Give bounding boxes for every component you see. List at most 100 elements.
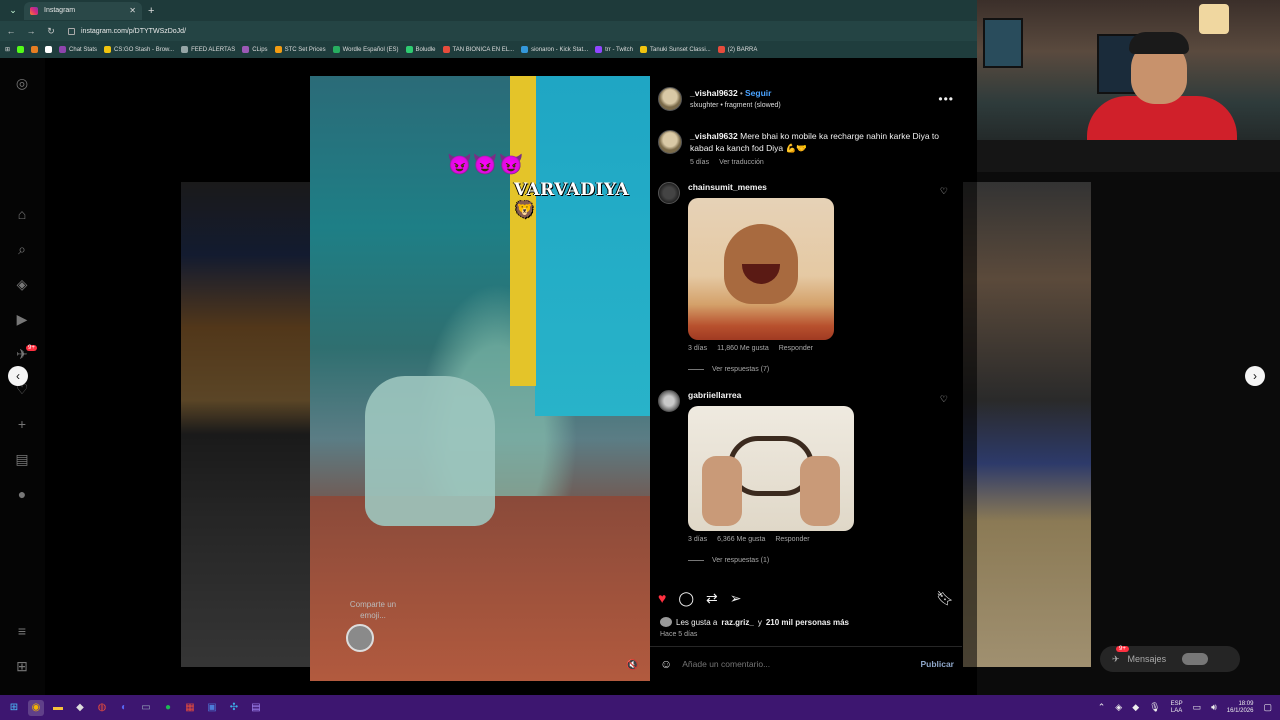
spotify-icon[interactable]: ● [160, 700, 176, 716]
share-paper-plane-icon[interactable]: ➢ [730, 590, 742, 607]
repost-icon[interactable]: ⇄ [706, 590, 718, 607]
view-replies[interactable]: Ver respuestas (1) [688, 557, 954, 564]
video-overlay-emoji: 😈😈😈 [447, 154, 525, 176]
bookmark-item[interactable]: Boludle [405, 46, 436, 53]
bookmark-item[interactable]: sionaron - Kick Stat... [521, 46, 588, 53]
start-windows-icon[interactable]: ⊞ [6, 700, 22, 716]
app-blue-icon[interactable]: ▣ [204, 700, 220, 716]
app-settings-icon[interactable]: ✣ [226, 700, 242, 716]
caption-avatar[interactable] [658, 130, 682, 154]
dashboard-icon[interactable]: ▤ [14, 451, 30, 467]
bookmark-item[interactable]: TAN BIONICA EN EL... [442, 46, 514, 53]
next-post-button[interactable]: › [1245, 366, 1265, 386]
instagram-logo-icon[interactable]: ◎ [14, 75, 30, 91]
also-from-meta-icon[interactable]: ⊞ [14, 658, 30, 674]
volume-icon[interactable]: 🔊︎ [1211, 702, 1217, 713]
author-username[interactable]: _vishal9632 [690, 88, 738, 98]
app-red-icon[interactable]: ◍ [94, 700, 110, 716]
bookmark-item[interactable]: CS:GO Stash - Brow... [104, 46, 174, 53]
comment-like-icon[interactable]: ♡ [940, 186, 948, 197]
comment-avatar[interactable] [658, 182, 680, 204]
comment-like-icon[interactable]: ♡ [940, 394, 948, 405]
like-heart-icon[interactable]: ♥ [658, 590, 666, 606]
bookmark-icon-k[interactable] [17, 46, 25, 53]
url-field[interactable]: instagram.com/p/DTYTWSzDoJd/ [68, 27, 186, 35]
language-indicator[interactable]: ESP LAA [1171, 701, 1183, 715]
forward-icon[interactable]: → [26, 26, 36, 36]
bookmark-item[interactable]: STC Set Prices [274, 46, 326, 53]
audio-label[interactable]: slxughter • fragment (slowed) [690, 100, 930, 112]
comment-likes[interactable]: 6,366 Me gusta [717, 536, 765, 543]
menu-icon[interactable]: ≡ [14, 623, 30, 639]
share-emoji-avatar[interactable] [346, 624, 374, 652]
comment-bubble-icon[interactable]: ◯ [678, 590, 694, 607]
file-explorer-icon[interactable]: ▬ [50, 700, 66, 716]
bookmark-item[interactable]: trr - Twitch [595, 46, 633, 53]
bookmark-item[interactable]: CLips [242, 46, 268, 53]
comment-avatar[interactable] [658, 390, 680, 412]
steam-icon[interactable]: ◆ [72, 700, 88, 716]
follow-button[interactable]: Seguir [745, 88, 771, 98]
bookmark-item[interactable]: Tanuki Sunset Classi... [640, 46, 711, 53]
windows-taskbar: ⊞ ◉ ▬ ◆ ◍ ◐ ▭ ● ▦ ▣ ✣ ▤ ⌃ ◈ ◆ 🎙︎ ESP LAA… [0, 695, 1280, 720]
browser-tab[interactable]: Instagram ✕ [24, 1, 142, 20]
comment-username[interactable]: gabriiellarrea [688, 390, 954, 400]
reel-video[interactable]: 😈😈😈 VARVADIYA🦁 Comparte un emoji... 🔇 [310, 76, 650, 681]
share-emoji-prompt[interactable]: Comparte un emoji... [340, 599, 406, 621]
app-monitor-icon[interactable]: ▭ [138, 700, 154, 716]
apps-icon[interactable]: ⊞ [5, 46, 10, 53]
discord-icon[interactable]: ◐ [116, 700, 132, 716]
home-icon[interactable]: ⌂ [14, 206, 30, 222]
chrome-icon[interactable]: ◉ [28, 699, 44, 716]
translate-link[interactable]: Ver traducción [719, 159, 764, 166]
tab-close-icon[interactable]: ✕ [129, 6, 136, 15]
tray-app-icon[interactable]: ◈ [1115, 702, 1122, 713]
tray-steam-icon[interactable]: ◆ [1132, 702, 1139, 713]
bookmark-icon-b[interactable] [31, 46, 39, 53]
feed-thumbnail-right[interactable] [963, 182, 1091, 667]
tab-search-icon[interactable]: ⌄ [4, 3, 22, 19]
view-replies[interactable]: Ver respuestas (7) [688, 366, 954, 373]
caption-username[interactable]: _vishal9632 [690, 131, 738, 141]
instagram-favicon-icon [30, 6, 38, 15]
bookmark-icon-a[interactable] [45, 46, 53, 53]
more-options-icon[interactable]: ••• [938, 92, 954, 106]
tray-chevron-icon[interactable]: ⌃ [1098, 702, 1106, 713]
search-icon[interactable]: ⌕ [14, 241, 30, 257]
likes-summary[interactable]: Les gusta a raz.griz_ y 210 mil personas… [660, 617, 849, 627]
back-icon[interactable]: ← [6, 26, 16, 36]
likes-user[interactable]: raz.griz_ [721, 618, 753, 627]
bookmark-item[interactable]: FEED ALERTAS [181, 46, 235, 53]
emoji-picker-icon[interactable]: ☺ [660, 657, 672, 671]
profile-avatar-icon[interactable]: ● [14, 486, 30, 502]
comment-gif-jerry[interactable] [688, 198, 834, 340]
tray-mic-icon[interactable]: 🎙︎ [1149, 702, 1160, 713]
publish-button[interactable]: Publicar [920, 659, 954, 669]
explore-icon[interactable]: ◈ [14, 276, 30, 292]
reply-button[interactable]: Responder [775, 536, 809, 543]
app-grid-icon[interactable]: ▦ [182, 700, 198, 716]
app-purple-icon[interactable]: ▤ [248, 700, 264, 716]
network-icon[interactable]: ▭ [1193, 702, 1202, 713]
reels-icon[interactable]: ▶ [14, 311, 30, 327]
bookmark-item[interactable]: Wordle Español (ES) [332, 46, 399, 53]
comment-likes[interactable]: 11,860 Me gusta [717, 345, 769, 352]
bookmark-item[interactable]: Chat Stats [59, 46, 97, 53]
previous-post-button[interactable]: ‹ [8, 366, 28, 386]
comment-input[interactable] [682, 659, 911, 669]
comment-gif-band[interactable] [688, 406, 854, 531]
create-icon[interactable]: + [14, 416, 30, 432]
author-avatar[interactable] [658, 87, 682, 111]
notifications-tray-icon[interactable]: ▢ [1263, 702, 1272, 713]
likes-rest[interactable]: 210 mil personas más [766, 618, 849, 627]
site-info-icon[interactable] [68, 27, 75, 35]
bookmark-item[interactable]: (2) BARRA [717, 46, 757, 53]
reload-icon[interactable]: ↻ [46, 26, 56, 37]
post-actions: ♥ ◯ ⇄ ➢ 🔖︎ [658, 589, 954, 607]
reply-button[interactable]: Responder [779, 345, 813, 352]
save-bookmark-icon[interactable]: 🔖︎ [936, 590, 954, 607]
comment-username[interactable]: chainsumit_memes [688, 182, 954, 192]
clock[interactable]: 18:09 16/1/2026 [1227, 701, 1254, 715]
mute-icon[interactable]: 🔇 [626, 660, 638, 671]
new-tab-icon[interactable]: + [148, 5, 154, 17]
